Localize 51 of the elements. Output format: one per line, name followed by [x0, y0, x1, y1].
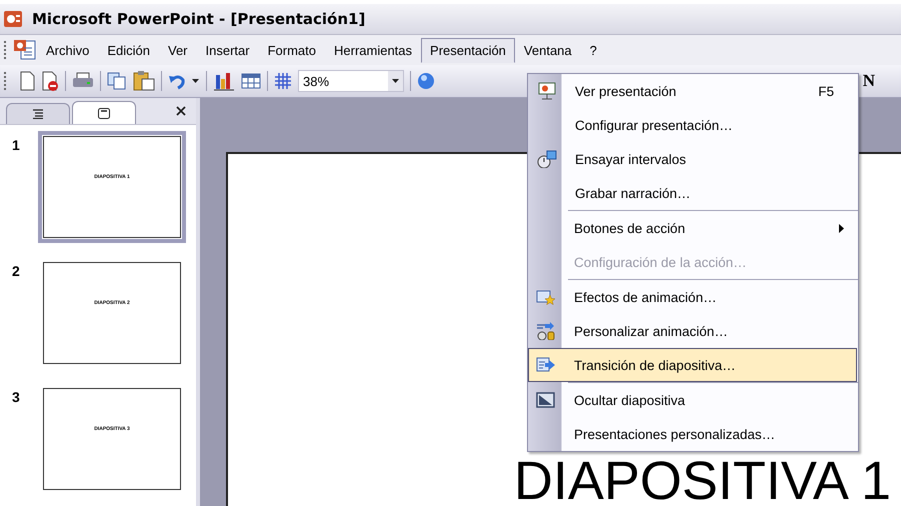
menu-item[interactable]: Ventana — [514, 38, 581, 62]
menu-item[interactable]: Personalizar animación… — [528, 314, 857, 348]
star-icon — [536, 288, 556, 306]
menu-item[interactable]: ? — [580, 38, 606, 62]
hide-slide-icon — [536, 391, 556, 409]
menu-item[interactable]: Presentaciones personalizadas… — [528, 417, 857, 451]
caret-icon[interactable] — [192, 78, 200, 84]
menu-item[interactable]: Archivo — [37, 38, 98, 62]
app-icon — [4, 11, 22, 27]
slide-number: 1 — [12, 136, 21, 153]
slides-tab[interactable] — [72, 101, 136, 124]
table-icon[interactable] — [241, 73, 261, 89]
menu-item[interactable]: Grabar narración… — [529, 176, 857, 210]
outline-icon — [32, 109, 44, 119]
printer-icon[interactable] — [72, 72, 94, 90]
menu-item[interactable]: Presentación — [421, 38, 515, 62]
new-document-icon[interactable] — [19, 71, 35, 91]
menu-item[interactable]: Configurar presentación… — [529, 108, 857, 142]
menu-item[interactable]: Ver presentación F5 — [529, 74, 857, 108]
outline-tab[interactable] — [6, 103, 70, 124]
zoom-field[interactable]: 38% — [298, 70, 404, 92]
shortcut-label: F5 — [818, 84, 834, 98]
menu-item[interactable]: Herramientas — [325, 38, 422, 62]
copy-icon[interactable] — [107, 72, 127, 90]
menu-item[interactable]: Edición — [98, 38, 159, 62]
menu-item[interactable]: Ensayar intervalos — [529, 142, 857, 176]
chart-icon[interactable] — [213, 71, 235, 91]
slide-title: DIAPOSITIVA 1 — [514, 462, 891, 502]
close-icon[interactable] — [176, 106, 186, 116]
menu-item[interactable]: Ver — [159, 38, 197, 62]
menu-item[interactable]: Insertar — [196, 38, 259, 62]
projector-screen-icon — [537, 82, 557, 100]
bold-button[interactable]: N — [856, 70, 881, 92]
menu-item[interactable]: Formato — [258, 38, 325, 62]
stopwatch-icon — [537, 150, 557, 168]
grid-icon[interactable] — [274, 72, 292, 90]
slide-number: 3 — [12, 388, 21, 405]
permission-icon[interactable] — [41, 71, 59, 91]
transition-icon — [536, 356, 556, 374]
menu-item[interactable]: Transición de diapositiva… — [528, 348, 857, 382]
window-title: Microsoft PowerPoint - [Presentación1] — [32, 10, 366, 28]
menu-item[interactable]: Ocultar diapositiva — [528, 383, 857, 417]
paste-icon[interactable] — [133, 71, 155, 91]
animation-icon — [536, 322, 556, 340]
help-icon[interactable] — [417, 72, 435, 90]
slide-icon — [98, 108, 110, 118]
document-icon[interactable] — [13, 39, 37, 61]
menu-item[interactable]: Efectos de animación… — [528, 280, 857, 314]
caret-icon[interactable] — [392, 78, 399, 84]
menu-item[interactable]: Botones de acción — [528, 211, 857, 245]
slide-number: 2 — [12, 262, 21, 279]
